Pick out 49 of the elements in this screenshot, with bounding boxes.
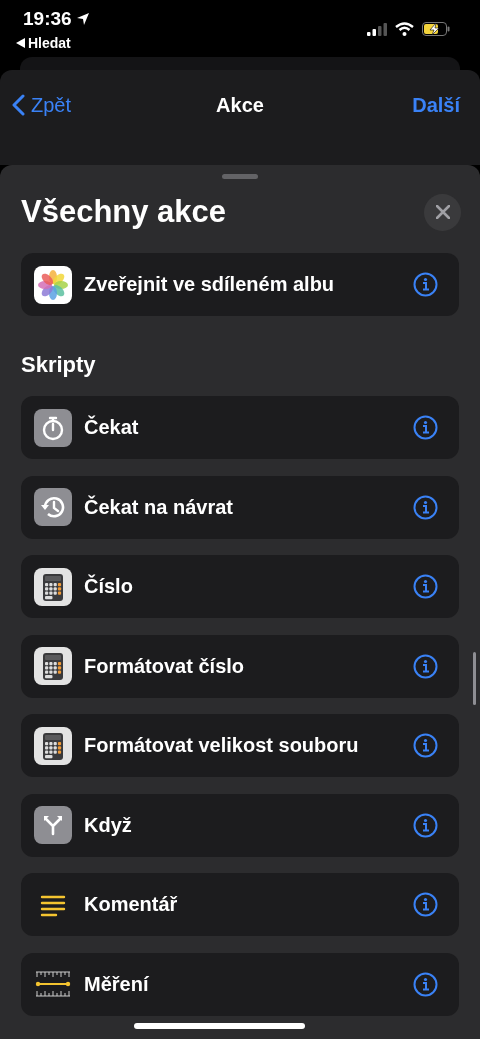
action-row[interactable]: Formátovat číslo	[21, 634, 459, 698]
section-header: Skripty	[21, 352, 96, 378]
back-triangle-icon[interactable]	[16, 38, 25, 48]
back-chevron-icon[interactable]	[12, 94, 25, 116]
action-label: Číslo	[84, 575, 134, 598]
info-icon[interactable]	[413, 653, 438, 679]
stopwatch-icon	[34, 408, 72, 447]
nav-title: Akce	[216, 93, 264, 116]
action-label: Formátovat číslo	[84, 654, 246, 678]
action-row[interactable]: Čekat na návrat	[21, 475, 459, 539]
branch-arrows-icon	[34, 806, 72, 844]
battery-charging-icon	[422, 22, 450, 36]
back-button[interactable]: Zpět	[31, 93, 72, 117]
action-row[interactable]: Měření	[21, 952, 459, 1016]
close-icon	[435, 205, 450, 219]
info-icon[interactable]	[413, 733, 438, 758]
action-row[interactable]: Formátovat velikost souboru	[21, 714, 459, 777]
next-button[interactable]: Další	[412, 93, 460, 117]
sheet-title: Všechny akce	[21, 194, 227, 230]
action-row[interactable]: Zveřejnit ve sdíleném albu	[21, 253, 459, 316]
info-icon[interactable]	[413, 272, 438, 297]
calculator-icon	[34, 567, 72, 606]
action-row[interactable]: Když	[21, 793, 459, 857]
close-button[interactable]	[424, 193, 461, 231]
action-label: Čekat	[84, 416, 140, 439]
info-icon[interactable]	[413, 415, 438, 440]
photos-flower-icon	[34, 265, 72, 304]
calculator-icon	[34, 726, 72, 765]
signal-icon	[367, 22, 387, 36]
action-label: Zveřejnit ve sdíleném albu	[84, 273, 336, 296]
info-icon[interactable]	[413, 494, 438, 520]
action-label: Když	[84, 813, 133, 837]
wifi-icon	[395, 22, 414, 36]
location-arrow-icon	[75, 12, 90, 26]
info-icon[interactable]	[413, 574, 438, 599]
action-label: Komentář	[84, 893, 179, 916]
back-to-app-link[interactable]: Hledat	[28, 35, 71, 51]
calculator-icon	[34, 647, 72, 685]
info-icon[interactable]	[413, 892, 438, 917]
action-label: Čekat na návrat	[84, 495, 234, 519]
action-label: Formátovat velikost souboru	[84, 734, 360, 757]
info-icon[interactable]	[413, 971, 438, 997]
action-row[interactable]: Čekat	[21, 396, 459, 459]
scroll-indicator	[473, 652, 476, 705]
action-row[interactable]: Komentář	[21, 873, 459, 936]
action-row[interactable]: Číslo	[21, 555, 459, 618]
clock-time: 19:36	[23, 8, 72, 30]
info-icon[interactable]	[413, 812, 438, 838]
action-label: Měření	[84, 972, 150, 996]
